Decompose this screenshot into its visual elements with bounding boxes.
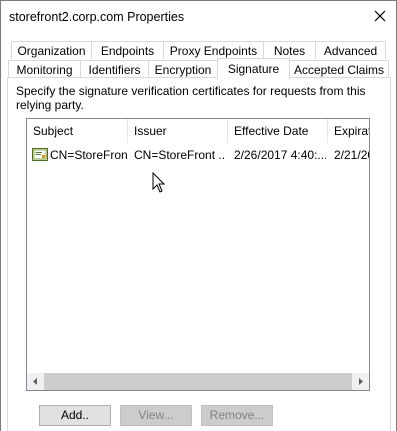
scroll-right-icon[interactable] [352, 373, 369, 390]
column-header-issuer[interactable]: Issuer [128, 119, 228, 143]
certificate-list[interactable]: Subject Issuer Effective Date Expiratio … [26, 118, 370, 391]
view-button[interactable]: View... [120, 405, 192, 426]
cell-effective-date: 2/26/2017 4:40:... [234, 148, 326, 162]
mouse-pointer-icon [152, 171, 166, 194]
signature-description: Specify the signature verification certi… [16, 84, 366, 112]
remove-button[interactable]: Remove... [201, 405, 273, 426]
column-header-expiration[interactable]: Expiratio [328, 119, 369, 143]
tab-proxy-endpoints[interactable]: Proxy Endpoints [163, 41, 264, 59]
column-header-subject[interactable]: Subject [27, 119, 128, 143]
add-button[interactable]: Add.. [39, 405, 111, 426]
tab-monitoring[interactable]: Monitoring [8, 60, 81, 78]
tab-identifiers[interactable]: Identifiers [80, 60, 149, 78]
column-header-effective-date[interactable]: Effective Date [228, 119, 328, 143]
tab-encryption[interactable]: Encryption [148, 60, 218, 78]
cell-subject: CN=StoreFron... [50, 148, 128, 162]
scroll-left-icon[interactable] [27, 373, 44, 390]
close-icon[interactable] [369, 5, 391, 27]
tab-signature[interactable]: Signature [217, 58, 290, 80]
tab-advanced[interactable]: Advanced [315, 41, 386, 59]
tab-organization[interactable]: Organization [11, 41, 92, 59]
tab-notes[interactable]: Notes [263, 41, 316, 59]
scrollbar-thumb[interactable] [44, 373, 352, 390]
tab-endpoints[interactable]: Endpoints [91, 41, 164, 59]
window-title: storefront2.corp.com Properties [9, 10, 185, 24]
tab-accepted-claims[interactable]: Accepted Claims [289, 60, 389, 78]
cell-expiration: 2/21/20 [334, 148, 369, 162]
certificate-icon [32, 148, 48, 162]
horizontal-scrollbar[interactable] [27, 373, 369, 390]
cell-issuer: CN=StoreFront ... [134, 148, 226, 162]
